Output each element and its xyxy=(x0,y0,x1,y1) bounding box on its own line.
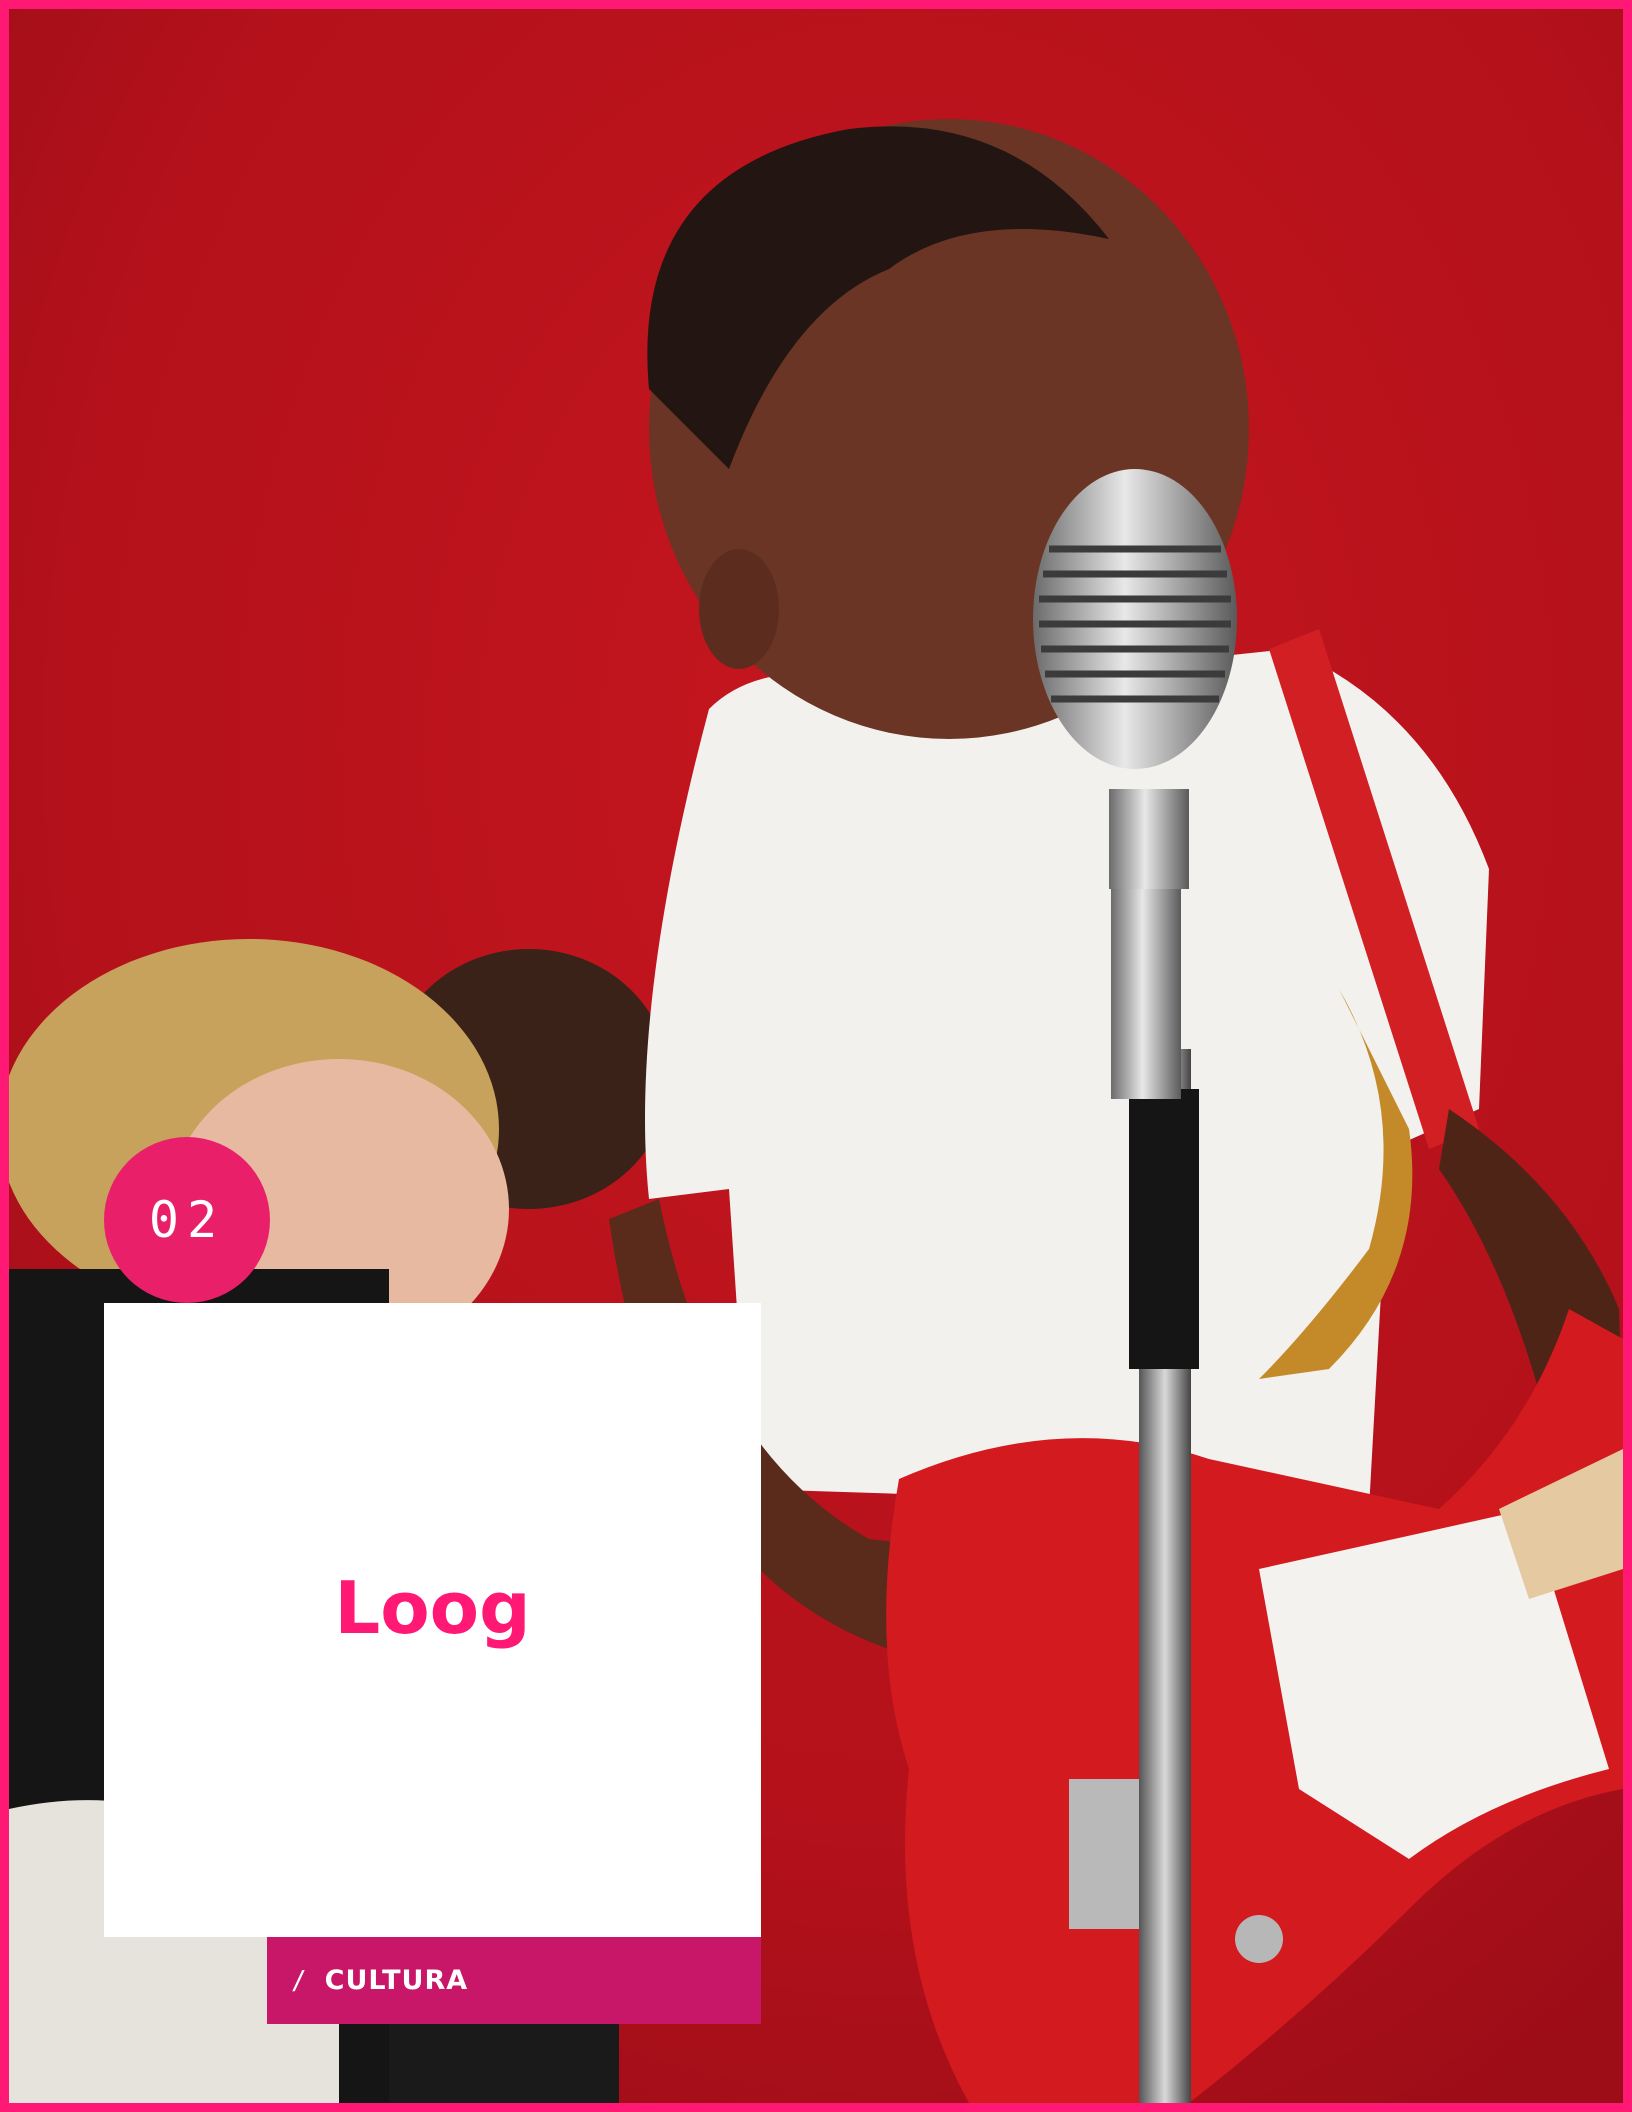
title-card: Loog xyxy=(104,1303,761,1937)
article-cover-page: 02 Loog / CULTURA xyxy=(0,0,1632,2112)
article-title: Loog xyxy=(334,1566,531,1650)
category-separator: / xyxy=(291,1965,307,1996)
category-label: CULTURA xyxy=(324,1965,469,1996)
category-tag[interactable]: / CULTURA xyxy=(267,1937,761,2024)
article-number-badge: 02 xyxy=(104,1137,270,1303)
article-number: 02 xyxy=(148,1191,226,1249)
